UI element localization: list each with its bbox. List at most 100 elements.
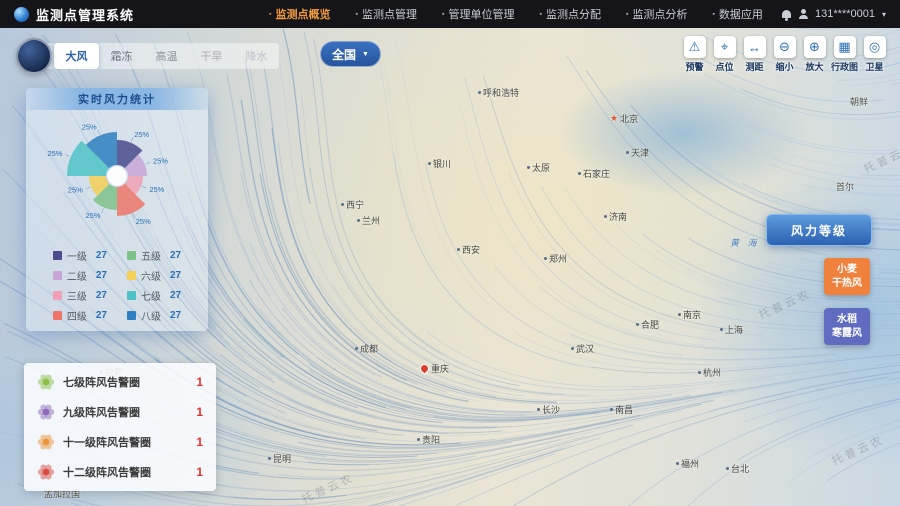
admin-map-tool-button[interactable]: ▦行政图	[831, 36, 858, 73]
city-label-南京: 南京	[678, 308, 701, 321]
city-name: 成都	[360, 342, 378, 355]
city-dot-icon	[357, 219, 360, 222]
alert-count: 1	[196, 435, 203, 449]
alert-row-3[interactable]: 十一级阵风告警圈 1	[24, 427, 216, 457]
city-label-石家庄: 石家庄	[578, 167, 610, 180]
alert-row-2[interactable]: 九级阵风告警圈1	[24, 397, 216, 427]
nav-item-6[interactable]: ▪ 数据应用	[712, 6, 762, 22]
weather-tab-3[interactable]: 高温	[144, 43, 189, 69]
legend-item-六级[interactable]: 六级27	[127, 268, 181, 283]
legend-value: 27	[96, 250, 107, 261]
weather-tab-2[interactable]: 霜冻	[99, 43, 144, 69]
legend-item-一级[interactable]: 一级27	[53, 248, 107, 263]
alert-label: 十一级阵风告警圈	[63, 434, 188, 450]
measure-tool-button[interactable]: ↔测距	[741, 36, 768, 73]
gust-alert-icon	[37, 433, 55, 451]
wheat-dry-hot-wind-badge[interactable]: 小麦干热风	[824, 258, 870, 295]
city-dot-icon	[527, 166, 530, 169]
nav-item-2[interactable]: ▪监测点管理	[356, 6, 417, 22]
legend-label: 三级	[67, 288, 91, 303]
wind-level-button[interactable]: 风力等级	[766, 214, 872, 246]
satellite-tool-button[interactable]: ◎卫星	[861, 36, 888, 73]
city-label-昆明: 昆明	[268, 452, 291, 465]
city-name: 台北	[731, 462, 749, 475]
gust-alerts-panel: 七级阵风告警圈1九级阵风告警圈1十一级阵风告警圈1十二级阵风告警圈1	[24, 363, 216, 491]
city-name: 上海	[725, 323, 743, 336]
legend-label: 五级	[141, 248, 165, 263]
app-title: 监测点管理系统	[36, 5, 134, 24]
marker-icon: ⌖	[714, 36, 736, 58]
legend-label: 六级	[141, 268, 165, 283]
alert-count: 1	[196, 465, 203, 479]
rose-percent-label: 25%	[86, 211, 101, 220]
weather-orb-icon[interactable]	[16, 38, 52, 74]
nav-item-icon: ▪	[712, 11, 714, 18]
weather-tab-4[interactable]: 干旱	[189, 43, 234, 69]
rose-percent-label: 25%	[134, 130, 149, 139]
city-name: 济南	[609, 210, 627, 223]
nav-item-3[interactable]: ▪管理单位管理	[442, 6, 514, 22]
badge-line: 小麦	[826, 263, 868, 277]
nav-item-icon: ▪	[539, 11, 541, 18]
legend-label: 二级	[67, 268, 91, 283]
city-label-兰州: 兰州	[357, 214, 380, 227]
nav-item-label: 数据应用	[719, 6, 763, 22]
user-caret-icon[interactable]: ▾	[882, 10, 886, 19]
map-canvas[interactable]: 呼和浩特★北京天津银川太原石家庄济南西宁兰州西安郑州合肥南京上海武汉杭州成都重庆…	[0, 28, 900, 506]
city-dot-icon	[720, 328, 723, 331]
city-label-太原: 太原	[527, 161, 550, 174]
gust-alert-icon	[37, 403, 55, 421]
app-logo-icon	[14, 7, 29, 22]
legend-item-三级[interactable]: 三级27	[53, 288, 107, 303]
region-select-value: 全国	[332, 46, 356, 63]
weather-tab-1[interactable]: 大风	[54, 43, 99, 69]
city-label-上海: 上海	[720, 323, 743, 336]
legend-item-八级[interactable]: 八级27	[127, 308, 181, 323]
city-label-贵阳: 贵阳	[417, 433, 440, 446]
region-select[interactable]: 全国 ▼	[320, 41, 381, 67]
rose-percent-label: 25%	[82, 123, 97, 132]
city-label-成都: 成都	[355, 342, 378, 355]
city-dot-icon	[636, 323, 639, 326]
nav-item-1[interactable]: ▪监测点概览	[269, 6, 330, 22]
weather-tab-5[interactable]: 降水	[234, 43, 279, 69]
city-dot-icon	[610, 408, 613, 411]
badge-line: 寒露风	[826, 327, 868, 341]
map-toolbar: ⚠预警⌖点位↔测距⊖缩小⊕放大▦行政图◎卫星	[681, 36, 888, 73]
city-label-长沙: 长沙	[537, 403, 560, 416]
warning-tool-button[interactable]: ⚠预警	[681, 36, 708, 73]
legend-value: 27	[170, 290, 181, 301]
topbar: 监测点管理系统 ▪监测点概览 ▪监测点管理 ▪管理单位管理 ▪监测点分配 ▪监测点分析 ▪…	[0, 0, 900, 28]
legend-item-四级[interactable]: 四级27	[53, 308, 107, 323]
nav-item-4[interactable]: ▪监测点分配	[539, 6, 600, 22]
alert-row-4[interactable]: 十二级阵风告警圈1	[24, 457, 216, 487]
city-dot-icon	[578, 172, 581, 175]
legend-item-二级[interactable]: 二级27	[53, 268, 107, 283]
rice-cold-dew-wind-badge[interactable]: 水稻寒露风	[824, 308, 870, 345]
chevron-down-icon: ▼	[362, 51, 369, 58]
legend-item-五级[interactable]: 五级27	[127, 248, 181, 263]
capital-star-icon: ★	[610, 114, 618, 123]
notification-bell-icon[interactable]	[782, 10, 791, 18]
city-name: 西宁	[346, 198, 364, 211]
rose-label-line	[146, 162, 151, 164]
legend-value: 27	[170, 310, 181, 321]
satellite-icon: ◎	[864, 36, 886, 58]
rose-label-line	[86, 187, 91, 189]
stats-panel-title: 实时风力统计	[26, 88, 208, 110]
zoom-out-tool-button[interactable]: ⊖缩小	[771, 36, 798, 73]
legend-swatch	[127, 271, 136, 280]
nav-item-icon: ▪	[356, 11, 358, 18]
city-dot-icon	[544, 257, 547, 260]
nav-item-5[interactable]: ▪监测点分析	[626, 6, 687, 22]
user-account[interactable]: 131****0001	[815, 8, 875, 20]
alert-row-1[interactable]: 七级阵风告警圈1	[24, 367, 216, 397]
city-name: 南昌	[615, 403, 633, 416]
watermark-text: 托普云农	[829, 431, 887, 468]
city-dot-icon	[417, 438, 420, 441]
place-label-黄海: 黄 海	[730, 236, 760, 249]
marker-tool-button[interactable]: ⌖点位	[711, 36, 738, 73]
badge-line: 干热风	[826, 277, 868, 291]
zoom-in-tool-button[interactable]: ⊕放大	[801, 36, 828, 73]
legend-item-七级[interactable]: 七级27	[127, 288, 181, 303]
